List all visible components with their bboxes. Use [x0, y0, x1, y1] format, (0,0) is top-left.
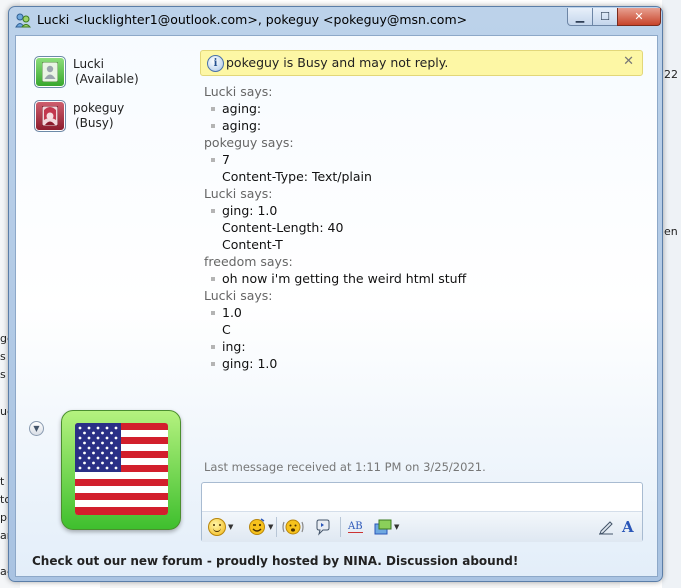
background-button[interactable]: ▼: [374, 518, 399, 536]
user-picture[interactable]: [34, 100, 66, 132]
sender-label: Lucki says:: [204, 84, 273, 99]
sender-label: pokeguy says:: [204, 135, 294, 150]
emoticon-button[interactable]: ▼: [208, 518, 233, 536]
flag-picture: [75, 423, 168, 515]
minimize-icon: ▁: [575, 10, 585, 23]
voice-clip-button[interactable]: [314, 518, 332, 536]
nudge-icon: [282, 519, 304, 535]
contact-name: pokeguy: [73, 101, 125, 115]
toolbar-separator: [276, 517, 277, 537]
chevron-down-icon[interactable]: ▼: [29, 421, 44, 436]
footer-advertisement-text[interactable]: Check out our new forum - proudly hosted…: [32, 554, 518, 568]
handwriting-button[interactable]: [598, 518, 614, 536]
message-line: oh now i'm getting the weird html stuff: [204, 270, 644, 287]
title-bar[interactable]: Lucki <lucklighter1@outlook.com>, pokegu…: [9, 7, 662, 33]
message-line: ging: 1.0: [204, 355, 644, 372]
message-block: Lucki says: ging: 1.0 Content-Length: 40…: [204, 185, 644, 253]
background-icon: [374, 519, 392, 535]
message-input[interactable]: [202, 483, 642, 511]
conversation-history: Lucki says: aging: aging: pokeguy says: …: [204, 83, 644, 372]
chevron-down-icon: ▼: [228, 523, 234, 531]
message-line: C: [222, 322, 231, 337]
message-line: Content-Type: Text/plain: [222, 169, 372, 184]
close-icon[interactable]: ✕: [623, 54, 634, 69]
message-line: aging:: [204, 100, 644, 117]
maximize-icon: ☐: [600, 10, 610, 23]
spell-check-button[interactable]: AB: [348, 518, 363, 536]
message-line: 7: [204, 151, 644, 168]
contact-name: Lucki: [73, 57, 104, 71]
sender-label: Lucki says:: [204, 288, 273, 303]
message-block: Lucki says: 1.0 C ing: ging: 1.0: [204, 287, 644, 372]
busy-info-bar: i pokeguy is Busy and may not reply. ✕: [200, 50, 643, 76]
wink-button[interactable]: ▼: [248, 518, 273, 536]
emoticon-icon: [208, 518, 226, 536]
maximize-button[interactable]: ☐: [592, 8, 618, 26]
chevron-down-icon: ▼: [394, 523, 400, 531]
formatting-toolbar: ▼ ▼ AB ▼ A: [202, 511, 642, 542]
font-button[interactable]: A: [622, 518, 634, 536]
message-block: freedom says: oh now i'm getting the wei…: [204, 253, 644, 287]
wink-icon: [249, 518, 265, 535]
sender-label: freedom says:: [204, 254, 293, 269]
message-line: ging: 1.0: [204, 202, 644, 219]
handwriting-icon: [599, 521, 613, 535]
last-message-timestamp: Last message received at 1:11 PM on 3/25…: [204, 460, 486, 474]
font-icon: A: [622, 518, 634, 536]
message-block: Lucki says: aging: aging:: [204, 83, 644, 134]
toolbar-separator: [340, 517, 341, 537]
spell-check-icon: AB: [348, 521, 363, 533]
message-line: Content-T: [222, 237, 283, 252]
message-line: 1.0: [204, 304, 644, 321]
voice-clip-icon: [316, 519, 330, 536]
close-icon: ✕: [634, 10, 644, 23]
message-block: pokeguy says: 7 Content-Type: Text/plain: [204, 134, 644, 185]
my-display-picture[interactable]: [61, 410, 181, 530]
minimize-button[interactable]: ▁: [567, 8, 593, 26]
background-window-right: 22 en: [662, 0, 681, 588]
info-bar-text: pokeguy is Busy and may not reply.: [226, 55, 449, 70]
chevron-down-icon: ▼: [268, 523, 274, 531]
messenger-icon: [15, 13, 31, 28]
contact-status: (Available): [75, 72, 139, 86]
message-compose-area: ▼ ▼ AB ▼ A: [201, 482, 643, 542]
chat-window: Lucki <lucklighter1@outlook.com>, pokegu…: [8, 6, 663, 582]
info-icon: i: [207, 55, 224, 72]
contact-status: (Busy): [75, 116, 114, 130]
default-user-icon[interactable]: [34, 56, 66, 88]
message-line: ing:: [204, 338, 644, 355]
close-button[interactable]: ✕: [617, 8, 661, 26]
message-line: Content-Length: 40: [222, 220, 344, 235]
message-line: aging:: [204, 117, 644, 134]
sender-label: Lucki says:: [204, 186, 273, 201]
nudge-button[interactable]: [282, 518, 304, 536]
window-title: Lucki <lucklighter1@outlook.com>, pokegu…: [37, 12, 468, 27]
american-flag-image: [75, 423, 168, 515]
chat-client-area: Lucki (Available) pokeguy (Busy) i pokeg…: [15, 35, 658, 577]
